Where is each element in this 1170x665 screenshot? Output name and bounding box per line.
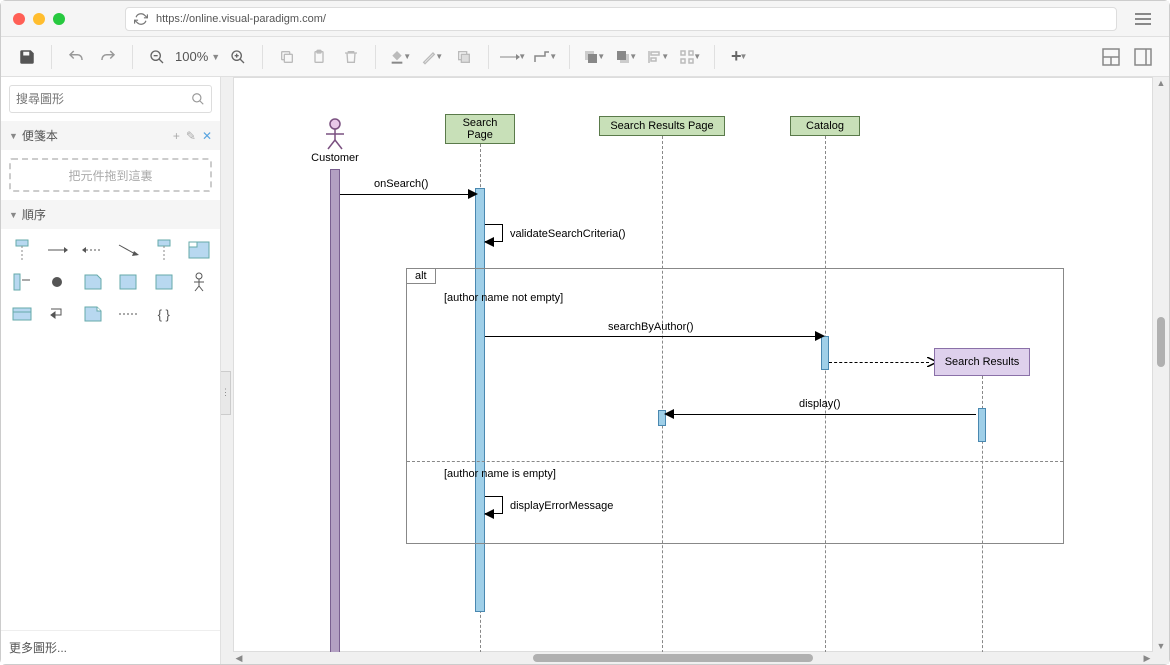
shape-search-input[interactable] [16, 92, 191, 106]
browser-chrome: https://online.visual-paradigm.com/ [1, 1, 1169, 37]
close-window-dot[interactable] [13, 13, 25, 25]
url-text: https://online.visual-paradigm.com/ [156, 13, 326, 25]
caret-down-icon: ▼ [9, 210, 18, 220]
actor-activation[interactable] [330, 169, 340, 664]
actor-icon[interactable] [324, 118, 346, 150]
section-label: 順序 [22, 206, 46, 223]
paste-button[interactable] [303, 41, 335, 73]
palette-return-icon[interactable] [76, 235, 110, 265]
scratchpad-drop-zone[interactable]: 把元件拖到這裏 [9, 158, 212, 192]
palette-activation-icon[interactable] [5, 267, 39, 297]
message-label: onSearch() [374, 178, 428, 190]
palette-endpoint-icon[interactable] [41, 267, 75, 297]
drop-hint-text: 把元件拖到這裏 [68, 167, 152, 184]
minimize-window-dot[interactable] [33, 13, 45, 25]
search-icon[interactable] [191, 92, 205, 106]
scroll-thumb[interactable] [1157, 317, 1165, 367]
to-back-button[interactable]: ▼ [610, 41, 642, 73]
message-arrow[interactable] [485, 336, 817, 337]
alt-label: alt [407, 269, 436, 284]
add-scratchpad-icon[interactable]: + [173, 129, 180, 143]
alt-fragment[interactable]: alt [406, 268, 1064, 544]
zoom-in-icon[interactable] [222, 41, 254, 73]
canvas-area: ⋮ Customer Search Page Search Results Pa… [221, 77, 1169, 664]
maximize-window-dot[interactable] [53, 13, 65, 25]
zoom-out-icon[interactable] [141, 41, 173, 73]
lifeline-search-page[interactable]: Search Page [445, 114, 515, 144]
scroll-thumb[interactable] [533, 654, 813, 662]
fill-color-button[interactable]: ▼ [384, 41, 416, 73]
palette-diagram-icon[interactable] [147, 267, 181, 297]
connector-style-button[interactable]: ▼ [497, 41, 529, 73]
scroll-right-icon[interactable]: ▶ [1141, 652, 1153, 664]
address-bar[interactable]: https://online.visual-paradigm.com/ [125, 7, 1117, 31]
diagram-canvas[interactable]: Customer Search Page Search Results Page… [233, 77, 1153, 652]
waypoint-style-button[interactable]: ▼ [529, 41, 561, 73]
activation-results[interactable] [978, 408, 986, 442]
message-label: validateSearchCriteria() [510, 228, 626, 240]
palette-message-icon[interactable] [41, 235, 75, 265]
message-label: searchByAuthor() [608, 321, 694, 333]
distribute-button[interactable]: ▼ [674, 41, 706, 73]
scroll-down-icon[interactable]: ▼ [1157, 640, 1166, 652]
palette-concurrent-icon[interactable] [5, 299, 39, 329]
alt-guard-1: [author name not empty] [444, 292, 563, 304]
caret-down-icon: ▼ [9, 131, 18, 141]
app-toolbar: 100%▼ ▼ ▼ ▼ ▼ ▼ ▼ ▼ ▼ +▼ [1, 37, 1169, 77]
sidebar-section-sequence[interactable]: ▼ 順序 [1, 200, 220, 229]
palette-found-icon[interactable] [112, 235, 146, 265]
return-arrow[interactable] [829, 362, 929, 363]
palette-ref-icon[interactable] [76, 299, 110, 329]
undo-button[interactable] [60, 41, 92, 73]
alt-guard-2: [author name is empty] [444, 468, 556, 480]
message-arrow[interactable] [670, 414, 976, 415]
lifeline-catalog[interactable]: Catalog [790, 116, 860, 136]
redo-button[interactable] [92, 41, 124, 73]
line-color-button[interactable]: ▼ [416, 41, 448, 73]
palette-frame-icon[interactable] [183, 235, 217, 265]
shadow-button[interactable] [448, 41, 480, 73]
palette-self-icon[interactable] [41, 299, 75, 329]
palette-constraint-icon[interactable] [112, 267, 146, 297]
actor-label: Customer [310, 152, 360, 164]
palette-braces-icon[interactable]: { } [147, 299, 181, 329]
horizontal-scrollbar[interactable]: ◀ ▶ [233, 652, 1153, 664]
palette-note-icon[interactable] [76, 267, 110, 297]
palette-entity-lifeline-icon[interactable] [147, 235, 181, 265]
to-front-button[interactable]: ▼ [578, 41, 610, 73]
scroll-left-icon[interactable]: ◀ [233, 652, 245, 664]
alt-divider [407, 461, 1063, 462]
sidebar-collapse-handle[interactable]: ⋮ [221, 371, 231, 415]
close-scratchpad-icon[interactable]: ✕ [202, 129, 212, 143]
copy-button[interactable] [271, 41, 303, 73]
shape-palette: { } [1, 229, 220, 335]
browser-menu-icon[interactable] [1129, 7, 1157, 31]
shape-search[interactable] [9, 85, 212, 113]
message-label: displayErrorMessage [510, 500, 613, 512]
section-label: 便箋本 [22, 127, 58, 144]
message-label: display() [799, 398, 841, 410]
edit-scratchpad-icon[interactable]: ✎ [186, 129, 196, 143]
scroll-up-icon[interactable]: ▲ [1157, 77, 1166, 89]
align-button[interactable]: ▼ [642, 41, 674, 73]
format-panel-icon[interactable] [1127, 41, 1159, 73]
search-results-box[interactable]: Search Results [934, 348, 1030, 376]
reload-icon[interactable] [134, 12, 148, 26]
palette-actor-icon[interactable] [183, 267, 217, 297]
sidebar-section-scratchpad[interactable]: ▼ 便箋本 + ✎ ✕ [1, 121, 220, 150]
palette-duration-icon[interactable] [112, 299, 146, 329]
zoom-level-dropdown[interactable]: 100%▼ [173, 49, 222, 64]
save-button[interactable] [11, 41, 43, 73]
outline-panel-icon[interactable] [1095, 41, 1127, 73]
more-shapes-button[interactable]: 更多圖形... [1, 630, 220, 664]
palette-lifeline-icon[interactable] [5, 235, 39, 265]
vertical-scrollbar[interactable]: ▲ ▼ [1155, 77, 1167, 652]
message-arrow[interactable] [340, 194, 470, 195]
delete-button[interactable] [335, 41, 367, 73]
traffic-lights [13, 13, 65, 25]
add-button[interactable]: +▼ [723, 41, 755, 73]
lifeline-results-page[interactable]: Search Results Page [599, 116, 725, 136]
sidebar: ▼ 便箋本 + ✎ ✕ 把元件拖到這裏 ▼ 順序 [1, 77, 221, 664]
